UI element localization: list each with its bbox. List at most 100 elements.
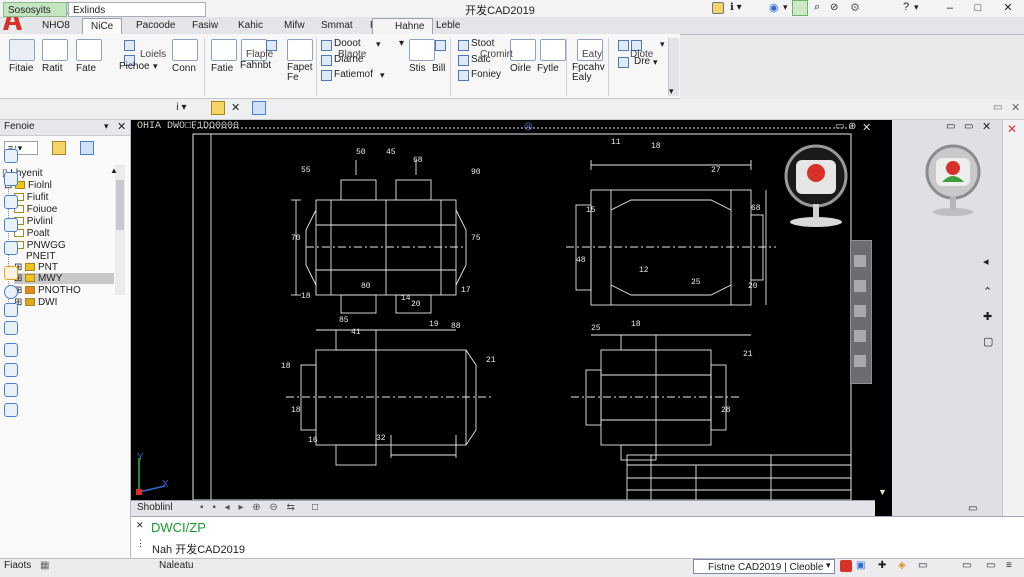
panel-close-icon[interactable]: ✕ [117, 120, 126, 133]
tab-fasiw[interactable]: Fasiw [184, 18, 226, 33]
tab-nice[interactable]: NiCe [82, 18, 123, 34]
help-icon[interactable]: ? [903, 1, 909, 13]
exchange-icon[interactable] [792, 0, 808, 16]
line-tool-icon[interactable] [9, 39, 35, 61]
panel-restore-icon[interactable]: ▭ [946, 121, 955, 132]
locate-icon[interactable] [80, 141, 94, 155]
selection-filter-field[interactable]: Exlinds [68, 2, 206, 17]
mirror-tool-label[interactable]: Fapet Fe [287, 63, 313, 83]
print-tool-icon[interactable] [4, 403, 18, 417]
command-input[interactable]: Nah 开发CAD2019 [152, 541, 245, 557]
status-menu-icon[interactable]: ▦ [40, 560, 49, 571]
hatch-tool-icon[interactable] [172, 39, 198, 61]
layout-add-icon[interactable]: □ [312, 502, 318, 513]
right-close-icon[interactable]: ✕ [1007, 122, 1017, 136]
side-add-icon[interactable]: ✚ [983, 310, 992, 323]
panel-close-icon[interactable]: ✕ [982, 120, 991, 133]
copy-tool-label[interactable]: Fahnbt [240, 60, 271, 71]
offset-icon[interactable] [458, 55, 469, 66]
tree-item[interactable]: PNEIT [26, 251, 55, 262]
hardware-icon[interactable]: ▭ [918, 560, 927, 571]
nav-walk-icon[interactable] [854, 330, 866, 342]
side-up-icon[interactable]: ⌃ [983, 285, 992, 298]
help-info-icon[interactable]: ℹ ▾ [730, 2, 742, 13]
circle-tool-icon[interactable] [76, 39, 102, 61]
extend-dropdown-icon[interactable]: ▾ [380, 70, 385, 81]
circle-tool-icon[interactable] [4, 285, 18, 299]
side-expand-icon[interactable]: ◂ [983, 255, 989, 268]
layout-tab[interactable]: Shoblinl [137, 502, 173, 513]
move-tool-label[interactable]: Fatie [211, 63, 233, 74]
signin-icon[interactable]: ◉ [769, 1, 779, 14]
viewcube[interactable] [782, 138, 852, 230]
graphics-icon[interactable]: ✚ [878, 560, 886, 571]
settings-icon[interactable]: ⚙ [850, 1, 860, 14]
table-tool-label[interactable]: Oirle [510, 63, 531, 74]
tab-kahic[interactable]: Kahic [230, 18, 271, 33]
scale-label[interactable]: Stoot [471, 38, 494, 49]
mtext-icon[interactable] [435, 40, 446, 51]
tree-item[interactable]: Pivlinl [14, 216, 53, 227]
link-tool-icon[interactable] [4, 303, 18, 317]
circle-tool-label[interactable]: Fate [76, 63, 96, 74]
table-tool-icon[interactable] [510, 39, 536, 61]
hatch-tool-label[interactable]: Conn [172, 63, 196, 74]
filter-dropdown-icon[interactable]: ⅰ ▾ [176, 102, 187, 113]
tab-leble[interactable]: Leble [428, 18, 468, 33]
viewport-zoom-icon[interactable]: ⊕ [848, 121, 856, 132]
cmd-settings-icon[interactable]: ⋮ [136, 538, 145, 549]
tree-scrollbar-thumb[interactable] [116, 180, 124, 230]
panel-dropdown-icon[interactable]: ▾ [104, 121, 109, 132]
tab-pacoode[interactable]: Pacoode [128, 18, 183, 33]
stretch-icon[interactable] [321, 40, 332, 51]
field-tool-label[interactable]: Fytle [537, 63, 559, 74]
panel-close-icon[interactable]: ✕ [1011, 101, 1020, 114]
isolate-icon[interactable]: ▣ [856, 560, 865, 571]
panel-options-icon[interactable]: ▭ [993, 102, 1002, 113]
layer-tool-label[interactable]: Fpcahv Ealy [572, 63, 605, 83]
workspace-dropdown-icon[interactable]: ▾ [826, 560, 831, 571]
tab-smmat[interactable]: Smmat [313, 18, 361, 33]
layout-nav-icons[interactable]: ▪ ▪ ◂ ▸ ⊕ ⊖ ⇆ [200, 502, 298, 513]
nav-orbit-icon[interactable] [854, 305, 866, 317]
clean-screen-icon[interactable]: ▭ [986, 560, 995, 571]
tab-hahne[interactable]: Hahne [372, 18, 434, 34]
measure-dropdown-icon[interactable]: ▾ [653, 57, 658, 68]
polyline-tool-label[interactable]: Ratit [42, 63, 63, 74]
nav-pan-icon[interactable] [854, 255, 866, 267]
cut-tool-icon[interactable] [4, 383, 18, 397]
tree-item[interactable]: ⊞ PNOTHO [14, 285, 81, 296]
viewport-restore-icon[interactable]: ▭ [835, 121, 844, 132]
trim-icon[interactable] [321, 55, 332, 66]
maximize-button[interactable]: □ [966, 1, 990, 15]
highlight-tool-icon[interactable] [4, 266, 18, 280]
fillet-dropdown-icon[interactable]: ▾ [153, 61, 158, 72]
tree-item[interactable]: Fiufit [14, 192, 48, 203]
search-icon[interactable]: ⌕ [814, 1, 820, 14]
edit-tool-icon[interactable] [4, 241, 18, 255]
tree-item[interactable]: ⊞ PNT [14, 262, 58, 273]
stretch-label[interactable]: Dooot [334, 38, 361, 49]
group-tool-icon[interactable] [618, 40, 629, 51]
measure-tool-icon[interactable] [4, 195, 18, 209]
scroll-down-icon[interactable]: ▼ [878, 487, 887, 497]
ribbon-expand-icon[interactable]: ▾ [669, 86, 674, 97]
signin-dropdown-icon[interactable]: ▾ [783, 2, 788, 13]
tab-nho8[interactable]: NHO8 [34, 18, 78, 33]
customize-icon[interactable]: ≡ [1006, 560, 1012, 571]
line-tool-label[interactable]: Fitaie [9, 63, 33, 74]
minimize-button[interactable]: – [938, 1, 962, 15]
mirror-tool-icon[interactable] [287, 39, 313, 61]
panel-bottom-icon[interactable]: ▭ [968, 503, 977, 514]
field-tool-icon[interactable] [540, 39, 566, 61]
communication-icon[interactable]: ⊘ [830, 2, 838, 13]
paste-tool-icon[interactable] [4, 363, 18, 377]
drawing-canvas[interactable]: 55 50 45 68 90 70 75 18 80 14 17 85 20 19 15 11 18 27 68 48… [131, 120, 875, 500]
text-tool-label[interactable]: Stis [409, 63, 426, 74]
help-dropdown-icon[interactable]: ▾ [914, 2, 919, 13]
side-doc-icon[interactable]: ▢ [983, 335, 993, 348]
polyline-tool-icon[interactable] [42, 39, 68, 61]
model-tab[interactable]: Naleatu [159, 560, 193, 571]
scroll-up-icon[interactable]: ▲ [110, 166, 118, 175]
arc-icon[interactable] [124, 40, 135, 51]
